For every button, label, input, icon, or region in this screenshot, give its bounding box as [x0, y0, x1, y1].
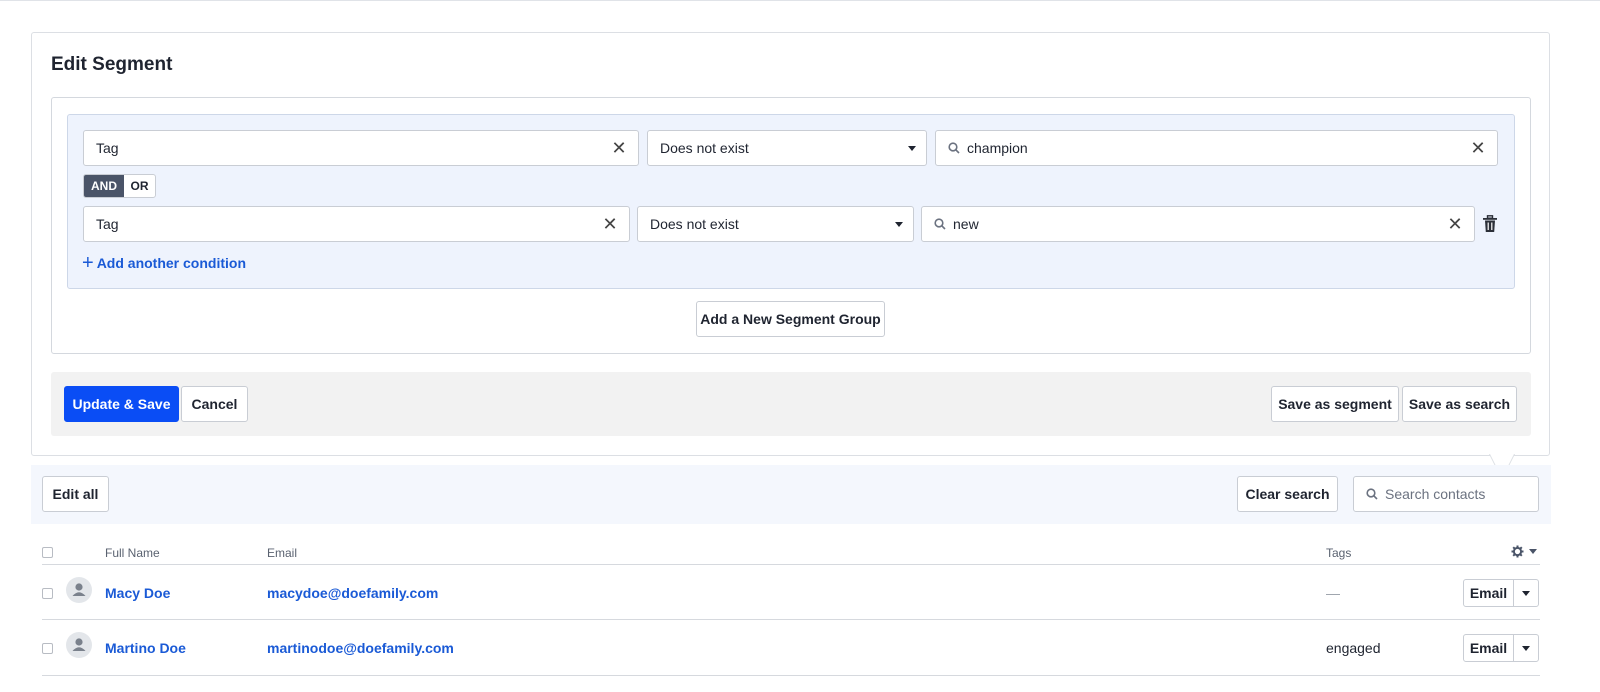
- column-header-email[interactable]: Email: [267, 546, 297, 560]
- condition-2-operator-value: Does not exist: [650, 216, 739, 232]
- condition-2-value: new: [953, 216, 979, 232]
- contact-name-link[interactable]: Macy Doe: [105, 585, 170, 601]
- add-condition-label: Add another condition: [96, 255, 247, 271]
- search-icon: [1366, 488, 1378, 500]
- condition-1-operator-select[interactable]: Does not exist: [647, 130, 927, 166]
- email-action-dropdown[interactable]: [1514, 635, 1538, 661]
- add-condition-link[interactable]: + Add another condition: [82, 252, 247, 274]
- clear-value-icon[interactable]: ✕: [1446, 215, 1464, 233]
- chevron-down-icon: [895, 222, 903, 227]
- person-icon: [72, 583, 86, 596]
- avatar: [66, 632, 92, 658]
- and-or-toggle: AND OR: [83, 174, 156, 198]
- cancel-button[interactable]: Cancel: [181, 386, 248, 422]
- panel-title: Edit Segment: [51, 54, 173, 75]
- condition-2-field-value: Tag: [96, 216, 119, 232]
- condition-1-operator-value: Does not exist: [660, 140, 749, 156]
- person-icon: [72, 638, 86, 651]
- clear-field-icon[interactable]: ✕: [601, 215, 619, 233]
- search-icon: [948, 142, 960, 154]
- email-action-button[interactable]: Email: [1464, 580, 1514, 606]
- condition-1-value: champion: [967, 140, 1028, 156]
- chevron-down-icon: [908, 146, 916, 151]
- email-action-split-button: Email: [1463, 634, 1539, 662]
- clear-field-icon[interactable]: ✕: [610, 139, 628, 157]
- add-segment-group-button[interactable]: Add a New Segment Group: [696, 301, 885, 337]
- gear-icon: [1511, 545, 1524, 558]
- email-action-dropdown[interactable]: [1514, 580, 1538, 606]
- avatar: [66, 577, 92, 603]
- row-checkbox[interactable]: [42, 643, 53, 654]
- condition-2-operator-select[interactable]: Does not exist: [637, 206, 914, 242]
- update-save-button[interactable]: Update & Save: [64, 386, 179, 422]
- email-action-split-button: Email: [1463, 579, 1539, 607]
- condition-1-field-select[interactable]: Tag ✕: [83, 130, 639, 166]
- condition-1-value-input[interactable]: champion ✕: [935, 130, 1498, 166]
- or-button[interactable]: OR: [124, 175, 155, 197]
- save-as-search-button[interactable]: Save as search: [1402, 386, 1517, 422]
- chevron-down-icon: [1529, 549, 1537, 554]
- column-settings-button[interactable]: [1511, 545, 1537, 558]
- column-header-full-name[interactable]: Full Name: [105, 546, 160, 560]
- contact-email-link[interactable]: martinodoe@doefamily.com: [267, 640, 454, 656]
- condition-1-field-value: Tag: [96, 140, 119, 156]
- search-icon: [934, 218, 946, 230]
- edit-all-button[interactable]: Edit all: [42, 476, 109, 512]
- column-header-tags[interactable]: Tags: [1326, 546, 1351, 560]
- and-button[interactable]: AND: [84, 175, 124, 197]
- select-all-checkbox[interactable]: [42, 547, 53, 558]
- row-checkbox[interactable]: [42, 588, 53, 599]
- contact-name-link[interactable]: Martino Doe: [105, 640, 186, 656]
- contact-tags: —: [1326, 585, 1340, 601]
- search-contacts-input[interactable]: Search contacts: [1353, 476, 1539, 512]
- email-action-button[interactable]: Email: [1464, 635, 1514, 661]
- clear-search-button[interactable]: Clear search: [1237, 476, 1338, 512]
- plus-icon: +: [82, 252, 94, 274]
- clear-value-icon[interactable]: ✕: [1469, 139, 1487, 157]
- top-divider: [0, 0, 1600, 1]
- condition-2-value-input[interactable]: new ✕: [921, 206, 1475, 242]
- row-divider: [42, 675, 1540, 676]
- condition-2-field-select[interactable]: Tag ✕: [83, 206, 630, 242]
- contact-tags: engaged: [1326, 640, 1381, 656]
- save-as-segment-button[interactable]: Save as segment: [1271, 386, 1399, 422]
- search-placeholder: Search contacts: [1385, 486, 1486, 502]
- table-header-divider: [42, 564, 1540, 565]
- contact-email-link[interactable]: macydoe@doefamily.com: [267, 585, 438, 601]
- row-divider: [42, 619, 1540, 620]
- trash-icon[interactable]: [1482, 215, 1498, 233]
